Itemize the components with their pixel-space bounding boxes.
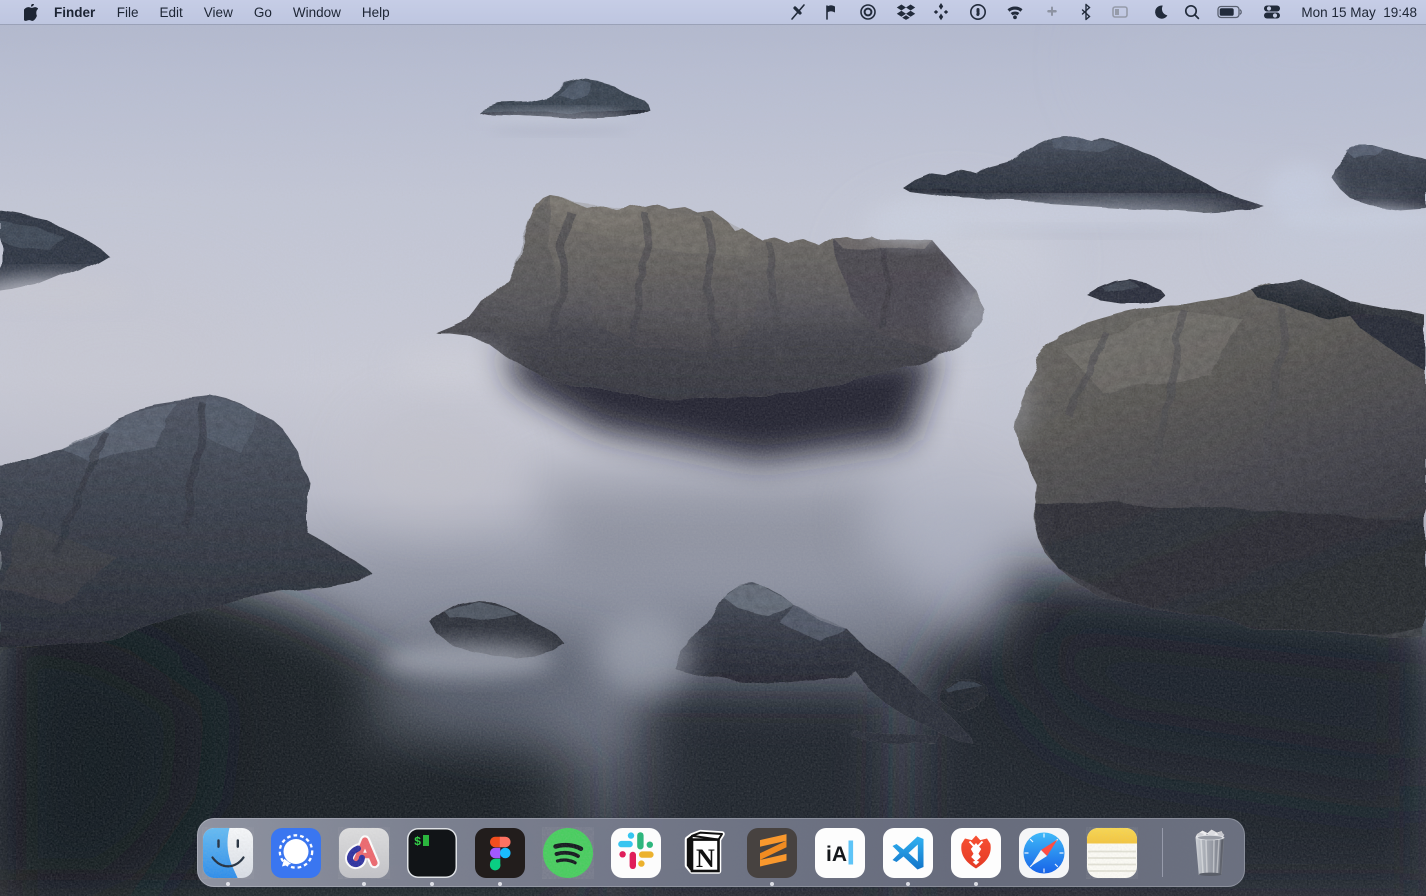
svg-text:iA: iA — [826, 843, 847, 866]
svg-text:$: $ — [414, 835, 421, 849]
svg-text:N: N — [696, 844, 715, 873]
